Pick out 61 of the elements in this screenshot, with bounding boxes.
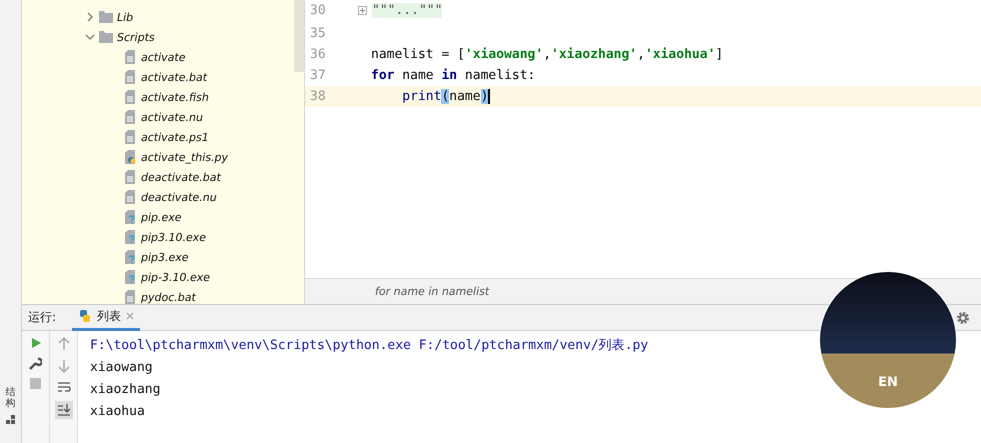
- folder-label[interactable]: Scripts: [117, 30, 155, 44]
- file-label[interactable]: pip3.exe: [141, 250, 189, 264]
- file-label[interactable]: activate.fish: [141, 90, 209, 104]
- line-number: 36: [309, 47, 327, 62]
- file-label[interactable]: pip.exe: [141, 210, 182, 224]
- command-line: F:\tool\ptcharmxm\venv\Scripts\python.exe F:/tool/ptcharmxm/venv/列表.py: [90, 337, 648, 355]
- text-file-icon: [125, 90, 137, 104]
- unknown-file-icon: [125, 210, 137, 224]
- input-mode-label: EN: [878, 375, 898, 390]
- chevron-down-icon[interactable]: [85, 32, 95, 42]
- file-label[interactable]: activate.bat: [141, 70, 208, 84]
- folder-label[interactable]: Lib: [117, 10, 134, 24]
- line-number: 30: [309, 3, 327, 18]
- wrench-icon[interactable]: [29, 357, 42, 370]
- code-line: print(name): [401, 89, 490, 104]
- line-number: 35: [309, 26, 327, 41]
- run-icon[interactable]: [30, 337, 42, 349]
- output-line: xiaowang: [90, 359, 154, 377]
- code-line: for name in namelist:: [370, 68, 536, 83]
- file-label[interactable]: pip-3.10.exe: [141, 270, 210, 284]
- close-icon[interactable]: [126, 312, 134, 320]
- text-file-icon: [125, 50, 137, 64]
- python-icon: [78, 309, 92, 323]
- file-label[interactable]: pip3.10.exe: [141, 230, 206, 244]
- file-label[interactable]: activate: [141, 50, 186, 64]
- unknown-file-icon: [125, 270, 137, 284]
- text-file-icon: [125, 170, 137, 184]
- soft-wrap-icon[interactable]: [56, 381, 70, 393]
- scrollbar-thumb[interactable]: [294, 0, 304, 72]
- text-file-icon: [125, 70, 137, 84]
- file-label[interactable]: deactivate.bat: [141, 170, 221, 184]
- file-label[interactable]: activate.nu: [141, 110, 203, 124]
- run-tab[interactable]: 列表: [72, 304, 140, 330]
- structure-tab[interactable]: 结构: [6, 387, 16, 409]
- structure-icon: [6, 415, 16, 425]
- unknown-file-icon: [125, 230, 137, 244]
- code-line: namelist = ['xiaowang','xiaozhang','xiaohua']: [370, 47, 724, 62]
- file-label[interactable]: pydoc.bat: [141, 290, 196, 304]
- line-number: 38: [309, 89, 327, 104]
- output-line: xiaozhang: [90, 381, 162, 399]
- folder-icon: [99, 11, 113, 23]
- arrow-down-icon[interactable]: [58, 359, 70, 373]
- fold-icon[interactable]: [358, 6, 367, 15]
- settings-icon[interactable]: [956, 311, 970, 325]
- text-file-icon: [125, 190, 137, 204]
- output-line: xiaohua: [90, 403, 146, 421]
- chevron-right-icon[interactable]: [85, 12, 95, 22]
- run-label: 运行:: [28, 309, 56, 326]
- arrow-up-icon[interactable]: [58, 337, 70, 351]
- breadcrumb-text[interactable]: for name in namelist: [375, 285, 490, 298]
- scroll-to-end-icon[interactable]: [54, 401, 72, 419]
- text-file-icon: [125, 290, 137, 304]
- text-file-icon: [125, 110, 137, 124]
- line-number: 37: [309, 68, 327, 83]
- unknown-file-icon: [125, 250, 137, 264]
- file-label[interactable]: activate.ps1: [141, 130, 209, 144]
- folder-icon: [99, 31, 113, 43]
- text-file-icon: [125, 130, 137, 144]
- python-file-icon: [125, 150, 137, 164]
- file-label[interactable]: deactivate.nu: [141, 190, 217, 204]
- file-label[interactable]: activate_this.py: [141, 150, 228, 164]
